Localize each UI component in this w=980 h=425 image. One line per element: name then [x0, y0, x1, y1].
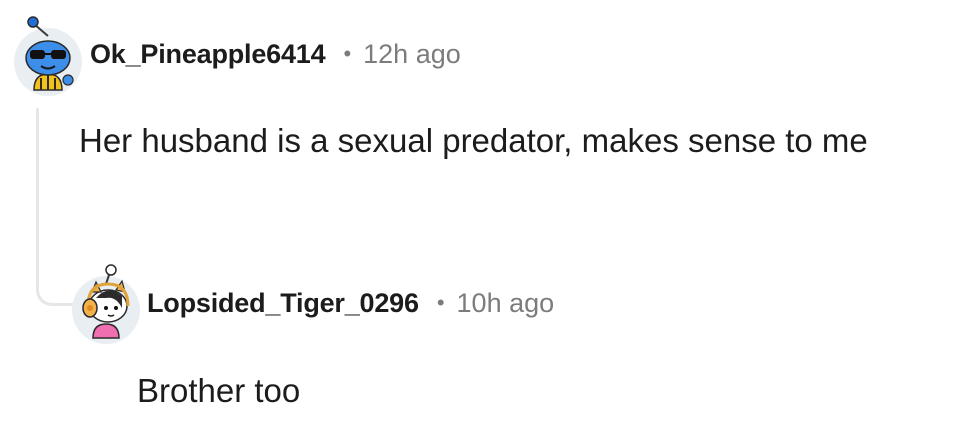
comment-body: Her husband is a sexual predator, makes …	[79, 122, 868, 159]
comment-meta: Ok_Pineapple6414 • 12h ago	[90, 34, 461, 74]
separator-dot: •	[343, 41, 352, 66]
user-avatar-icon[interactable]	[66, 262, 146, 346]
separator-dot: •	[436, 290, 445, 315]
comment-meta: Lopsided_Tiger_0296 • 10h ago	[147, 283, 554, 323]
timestamp[interactable]: 10h ago	[457, 288, 555, 319]
thread-line[interactable]	[36, 108, 39, 286]
timestamp[interactable]: 12h ago	[363, 39, 461, 70]
username[interactable]: Ok_Pineapple6414	[90, 39, 326, 70]
snoo-avatar-sunglasses-icon	[14, 16, 82, 96]
user-avatar-icon[interactable]	[8, 10, 88, 98]
snoo-avatar-headphones-icon	[72, 264, 140, 344]
comment-body: Brother too	[137, 372, 301, 409]
username[interactable]: Lopsided_Tiger_0296	[147, 288, 419, 319]
